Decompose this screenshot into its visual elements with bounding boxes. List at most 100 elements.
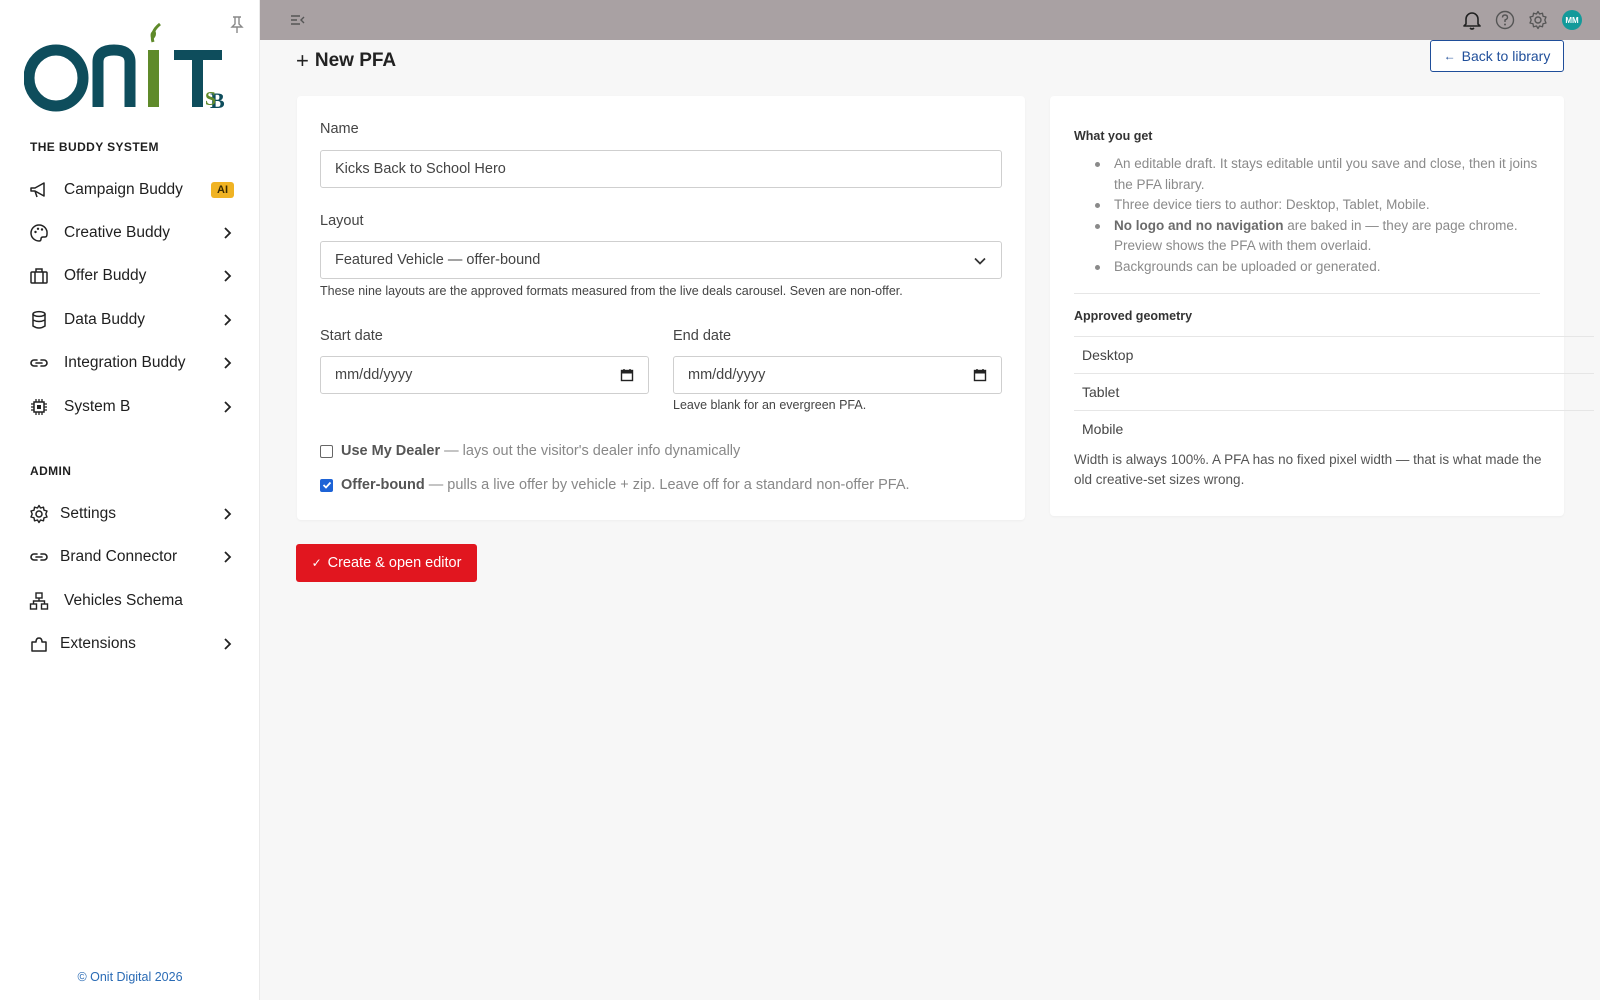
sidebar-item-label: Settings [60,505,117,522]
help-icon[interactable] [1495,10,1515,30]
onit-logo[interactable]: B S [23,18,238,116]
sidebar-item-label: Brand Connector [60,548,178,565]
sidebar-item-label: Offer Buddy [64,267,147,284]
sidebar-item-brand-connector[interactable]: Brand Connector [28,540,234,574]
chevron-right-icon [220,400,234,414]
divider [1074,293,1540,294]
sidebar-item-extensions[interactable]: Extensions [28,627,234,661]
sidebar-item-data-buddy[interactable]: Data Buddy [28,303,234,337]
sidebar-item-system-b[interactable]: System B [28,390,234,424]
section-title-admin: ADMIN [30,464,72,478]
pin-icon[interactable] [230,16,246,34]
sidebar-item-label: Integration Buddy [64,354,186,371]
back-to-library-label: Back to library [1461,48,1551,64]
chevron-right-icon [220,226,234,240]
use-my-dealer-description: — lays out the visitor's dealer info dyn… [444,443,741,459]
puzzle-icon [28,633,50,655]
chevron-right-icon [220,550,234,564]
layout-help-text: These nine layouts are the approved form… [320,284,903,298]
geometry-row-mobile: Mobile [1074,410,1594,447]
footer-copyright[interactable]: © Onit Digital 2026 [0,970,260,984]
palette-icon [28,222,50,244]
megaphone-icon [28,179,50,201]
sidebar-item-label: Creative Buddy [64,224,170,241]
offer-bound-checkbox[interactable] [320,478,333,492]
offer-bound-option[interactable]: Offer-bound — pulls a live offer by vehi… [320,477,910,493]
sidebar-item-settings[interactable]: Settings [28,497,234,531]
list-item: No logo and no navigation are baked in —… [1090,216,1540,257]
sidebar-item-label: Data Buddy [64,311,145,328]
sidebar-item-label: Vehicles Schema [64,592,183,609]
page-title: + New PFA [296,48,396,74]
use-my-dealer-checkbox[interactable] [320,444,333,458]
chevron-right-icon [220,637,234,651]
what-you-get-heading: What you get [1074,129,1153,143]
layout-select[interactable]: Featured Vehicle — offer-bound [320,241,1002,279]
top-bar: MM [260,0,1600,40]
collapse-sidebar-icon[interactable] [290,12,306,28]
name-input-value: Kicks Back to School Hero [335,161,506,177]
settings-icon[interactable] [1528,10,1548,30]
name-label: Name [320,121,359,137]
plus-icon: + [296,48,309,73]
sidebar: B S THE BUDDY SYSTEM Campaign Buddy AI C… [0,0,260,1000]
sidebar-item-campaign-buddy[interactable]: Campaign Buddy AI [28,173,234,207]
list-item-strong: No logo and no navigation [1114,217,1284,233]
link-icon [28,546,50,568]
chevron-right-icon [220,507,234,521]
link-icon [28,352,50,374]
check-icon: ✓ [311,556,322,570]
approved-geometry-heading: Approved geometry [1074,309,1193,323]
what-you-get-list: An editable draft. It stays editable unt… [1090,154,1540,277]
hierarchy-icon [28,590,50,612]
use-my-dealer-label: Use My Dealer [341,443,441,459]
end-date-label: End date [673,328,732,344]
calendar-icon[interactable] [973,368,987,382]
sidebar-item-label: Extensions [60,635,136,652]
name-input[interactable]: Kicks Back to School Hero [320,150,1002,188]
chip-icon [28,396,50,418]
form-card: Name Kicks Back to School Hero Layout Fe… [297,96,1025,520]
end-date-placeholder: mm/dd/yyyy [688,367,766,383]
sidebar-item-vehicles-schema[interactable]: Vehicles Schema [28,584,234,618]
layout-label: Layout [320,213,364,229]
end-date-help-text: Leave blank for an evergreen PFA. [673,398,867,412]
chevron-down-icon [973,254,987,268]
section-title-buddy-system: THE BUDDY SYSTEM [30,140,159,154]
list-item: Three device tiers to author: Desktop, T… [1090,195,1540,216]
layout-select-value: Featured Vehicle — offer-bound [335,252,541,268]
back-to-library-button[interactable]: ← Back to library [1430,40,1564,72]
info-card: What you get An editable draft. It stays… [1050,96,1594,516]
start-date-placeholder: mm/dd/yyyy [335,367,413,383]
list-item: An editable draft. It stays editable unt… [1090,154,1540,195]
gear-icon [28,503,50,525]
ai-badge: AI [211,182,234,198]
create-open-editor-label: Create & open editor [327,555,462,571]
sidebar-item-offer-buddy[interactable]: Offer Buddy [28,259,234,293]
geometry-row-tablet: Tablet [1074,373,1594,410]
user-avatar[interactable]: MM [1562,10,1582,30]
offer-bound-label: Offer-bound [341,477,425,493]
list-item: Backgrounds can be uploaded or generated… [1090,257,1540,278]
bell-icon[interactable] [1462,10,1482,30]
chevron-right-icon [220,313,234,327]
start-date-input[interactable]: mm/dd/yyyy [320,356,649,394]
chevron-right-icon [220,269,234,283]
geometry-row-desktop: Desktop [1074,336,1594,373]
start-date-label: Start date [320,328,383,344]
offer-bound-description: — pulls a live offer by vehicle + zip. L… [428,477,910,493]
end-date-input[interactable]: mm/dd/yyyy [673,356,1002,394]
briefcase-icon [28,265,50,287]
chevron-right-icon [220,356,234,370]
use-my-dealer-option[interactable]: Use My Dealer — lays out the visitor's d… [320,443,740,459]
calendar-icon[interactable] [620,368,634,382]
svg-text:S: S [205,88,216,110]
sidebar-item-integration-buddy[interactable]: Integration Buddy [28,346,234,380]
database-icon [28,309,50,331]
page-title-text: New PFA [314,50,397,71]
sidebar-item-label: Campaign Buddy [64,181,183,198]
create-open-editor-button[interactable]: ✓ Create & open editor [296,544,477,582]
sidebar-item-label: System B [64,398,131,415]
geometry-note: Width is always 100%. A PFA has no fixed… [1074,452,1542,487]
sidebar-item-creative-buddy[interactable]: Creative Buddy [28,216,234,250]
